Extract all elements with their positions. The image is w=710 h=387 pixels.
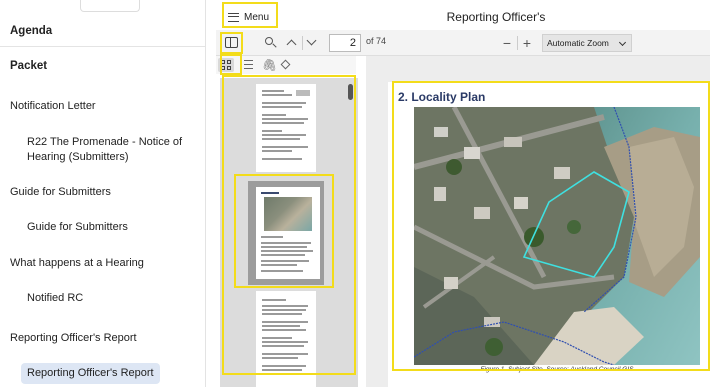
layers-icon bbox=[280, 59, 291, 70]
nav-item-agenda[interactable]: Agenda bbox=[10, 24, 52, 39]
zoom-value: Automatic Zoom bbox=[547, 38, 609, 48]
pdf-viewer: Menu Reporting Officer's of 74 − + Autom… bbox=[206, 0, 710, 387]
paperclip-icon: 🖇 bbox=[262, 58, 278, 72]
viewer-title: Reporting Officer's bbox=[446, 10, 546, 24]
layers-view-button[interactable] bbox=[280, 59, 292, 71]
toolbar-separator bbox=[517, 36, 518, 50]
nav-divider bbox=[0, 46, 205, 47]
chevron-up-icon bbox=[286, 39, 297, 50]
nav-top-tab bbox=[80, 0, 140, 12]
page-number-input[interactable] bbox=[329, 34, 361, 52]
attachments-view-button[interactable]: 🖇 bbox=[262, 57, 278, 73]
next-page-button[interactable] bbox=[304, 34, 320, 52]
nav-item-guide-for-submitters[interactable]: Guide for Submitters bbox=[10, 185, 111, 200]
document-nav: Agenda Packet Notification Letter R22 Th… bbox=[0, 0, 205, 387]
zoom-select[interactable]: Automatic Zoom bbox=[542, 34, 632, 52]
highlight-sidebar-toggle bbox=[220, 32, 243, 54]
search-icon bbox=[265, 37, 273, 45]
highlight-current-thumbnail bbox=[234, 174, 334, 288]
previous-page-button[interactable] bbox=[284, 34, 300, 52]
nav-item-reporting-officers-report[interactable]: Reporting Officer's Report bbox=[10, 331, 137, 346]
chevron-down-icon bbox=[306, 35, 317, 46]
chevron-down-icon bbox=[618, 38, 627, 47]
nav-item-notification-letter[interactable]: Notification Letter bbox=[10, 99, 96, 114]
pdf-toolbar: of 74 − + Automatic Zoom bbox=[216, 30, 710, 56]
zoom-out-button[interactable]: − bbox=[500, 34, 514, 52]
nav-item-notified-rc[interactable]: Notified RC bbox=[27, 291, 83, 306]
nav-item-packet[interactable]: Packet bbox=[10, 59, 47, 74]
nav-item-notice-of-hearing[interactable]: R22 The Promenade - Notice of Hearing (S… bbox=[27, 135, 202, 165]
nav-item-guide-for-submitters-doc[interactable]: Guide for Submitters bbox=[27, 220, 128, 235]
find-button[interactable] bbox=[262, 34, 278, 52]
nav-item-reporting-officers-report-active[interactable]: Reporting Officer's Report bbox=[21, 363, 160, 384]
highlight-document-page bbox=[392, 81, 710, 371]
zoom-in-button[interactable]: + bbox=[520, 34, 534, 52]
highlight-thumbnail-button bbox=[220, 54, 242, 75]
outline-view-button[interactable] bbox=[240, 58, 254, 72]
toolbar-separator bbox=[302, 36, 303, 50]
highlight-menu bbox=[222, 2, 278, 28]
nav-item-what-happens[interactable]: What happens at a Hearing bbox=[10, 256, 144, 271]
page-count: of 74 bbox=[366, 36, 387, 46]
